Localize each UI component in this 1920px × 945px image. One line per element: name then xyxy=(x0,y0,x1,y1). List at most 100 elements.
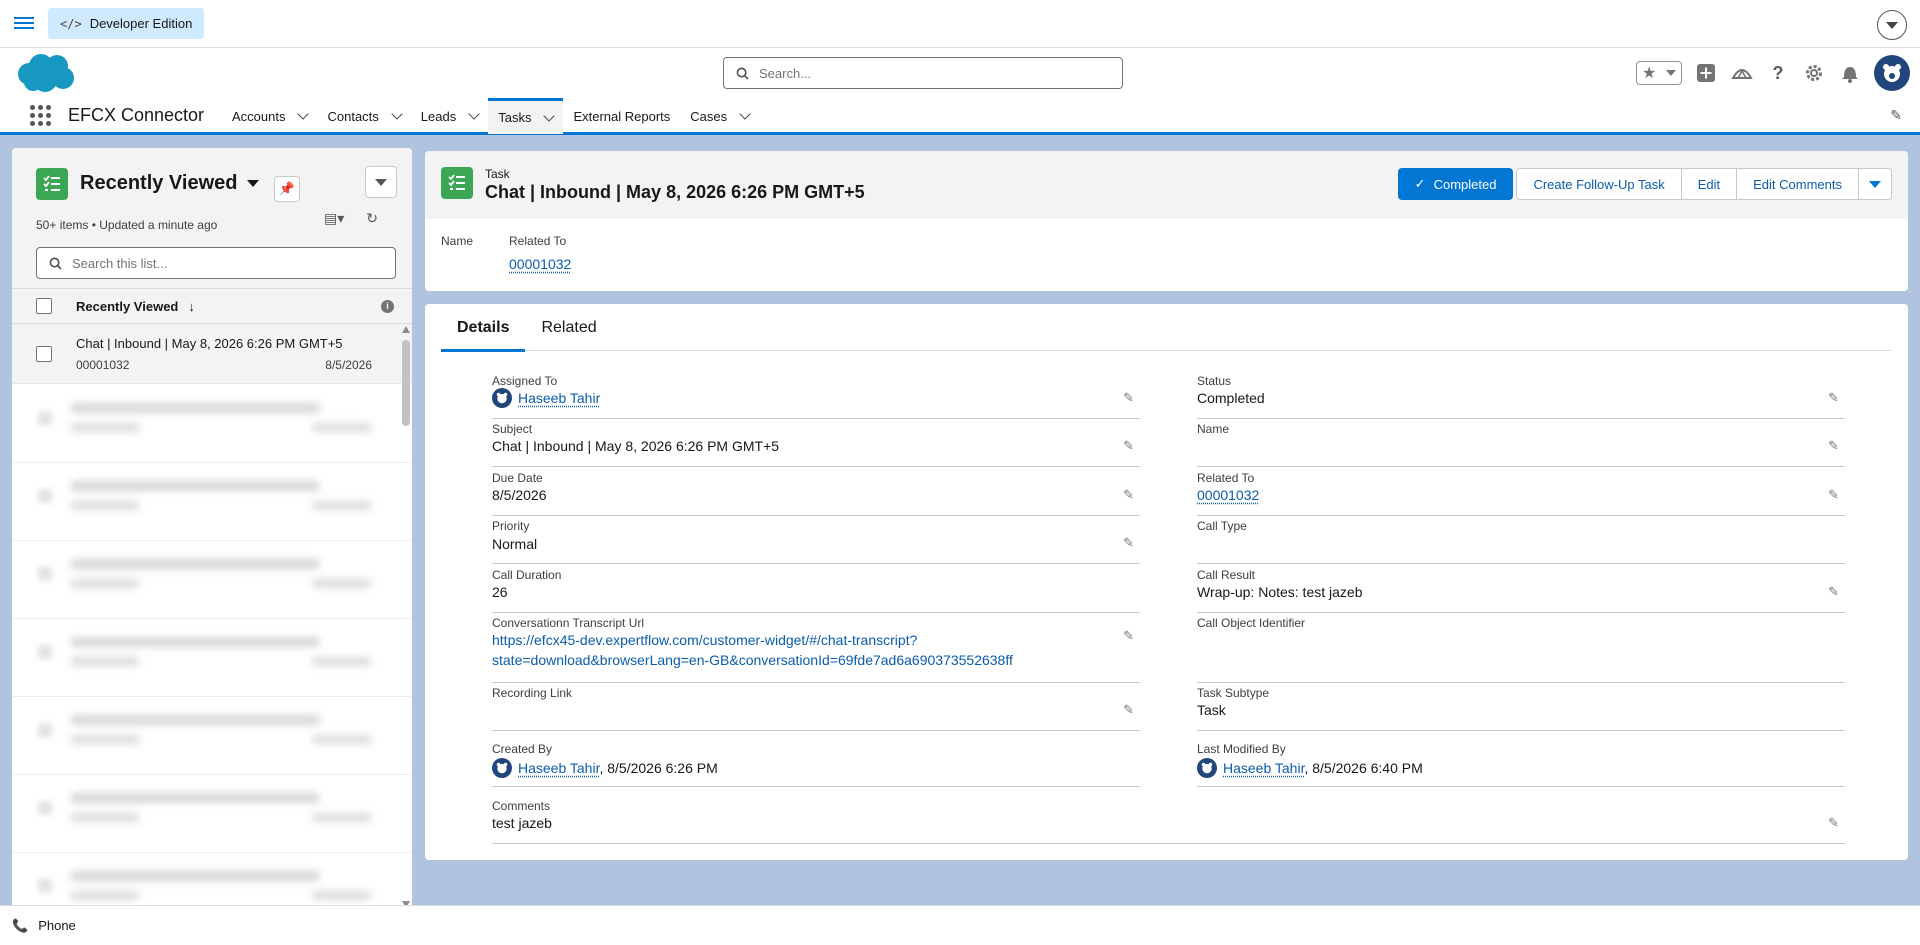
edit-pencil-icon[interactable]: ✎ xyxy=(1828,584,1839,600)
tab-related[interactable]: Related xyxy=(525,304,612,351)
list-meta: 50+ items • Updated a minute ago xyxy=(36,218,218,232)
header-highlight-fields: Name Related To 00001032 xyxy=(441,234,571,272)
transcript-url-link-line2[interactable]: state=download&browserLang=en-GB&convers… xyxy=(492,650,1013,670)
favorites-button[interactable]: ★ xyxy=(1636,61,1682,85)
list-item-title[interactable]: Chat | Inbound | May 8, 2026 6:26 PM GMT… xyxy=(76,336,343,351)
create-follow-up-task-button[interactable]: Create Follow-Up Task xyxy=(1516,168,1682,200)
utility-bar: 📞 Phone xyxy=(0,905,1920,945)
global-header: Search... ★ ? xyxy=(0,48,1920,98)
help-icon[interactable]: ? xyxy=(1766,61,1790,85)
edit-pencil-icon[interactable]: ✎ xyxy=(1828,438,1839,454)
record-tabs: Details Related xyxy=(441,304,1892,352)
edit-pencil-icon[interactable]: ✎ xyxy=(1828,487,1839,503)
phone-utility-label[interactable]: Phone xyxy=(38,918,76,933)
global-search-input[interactable]: Search... xyxy=(723,57,1123,89)
add-icon[interactable] xyxy=(1694,61,1718,85)
select-all-checkbox[interactable] xyxy=(36,298,52,314)
header-icons: ★ ? xyxy=(1636,55,1910,91)
caret-down-icon xyxy=(1886,21,1898,29)
blurred-list-item[interactable] xyxy=(12,541,412,619)
pin-icon[interactable]: 📌 xyxy=(274,176,300,202)
nav-tab-external-reports[interactable]: External Reports xyxy=(563,98,680,134)
edit-nav-pencil-icon[interactable]: ✎ xyxy=(1890,107,1902,124)
hamburger-menu-icon[interactable] xyxy=(14,14,34,34)
user-avatar[interactable] xyxy=(1874,55,1910,91)
row-checkbox[interactable] xyxy=(36,346,52,362)
edit-pencil-icon[interactable]: ✎ xyxy=(1828,390,1839,406)
list-item[interactable]: Chat | Inbound | May 8, 2026 6:26 PM GMT… xyxy=(12,324,412,384)
edit-pencil-icon[interactable]: ✎ xyxy=(1123,535,1134,551)
nav-tab-accounts[interactable]: Accounts xyxy=(222,98,317,134)
blurred-list-item[interactable] xyxy=(12,775,412,853)
field-subject: Subject Chat | Inbound | May 8, 2026 6:2… xyxy=(492,422,1140,467)
list-scrollbar[interactable] xyxy=(402,326,410,908)
task-object-icon xyxy=(36,168,68,200)
chevron-down-icon[interactable] xyxy=(543,109,556,122)
nav-tab-cases[interactable]: Cases xyxy=(680,98,759,134)
field-due-date: Due Date 8/5/2026 ✎ xyxy=(492,471,1140,516)
list-view-header: Recently Viewed 📌 50+ items • Updated a … xyxy=(12,148,412,289)
related-to-link[interactable]: 00001032 xyxy=(509,256,571,272)
field-label: Call Duration xyxy=(492,568,562,582)
info-icon[interactable]: i xyxy=(381,299,394,313)
favorites-caret-icon xyxy=(1666,70,1676,76)
top-dropdown-button[interactable] xyxy=(1877,10,1907,40)
salesforce-cloud-logo[interactable] xyxy=(15,52,75,94)
edit-pencil-icon[interactable]: ✎ xyxy=(1123,487,1134,503)
nav-tab-leads[interactable]: Leads xyxy=(411,98,488,134)
blurred-list-item[interactable] xyxy=(12,463,412,541)
edit-pencil-icon[interactable]: ✎ xyxy=(1828,815,1839,831)
record-title: Chat | Inbound | May 8, 2026 6:26 PM GMT… xyxy=(485,182,865,202)
user-avatar xyxy=(492,388,512,408)
edit-button[interactable]: Edit xyxy=(1680,168,1738,200)
list-view-panel: Recently Viewed 📌 50+ items • Updated a … xyxy=(12,148,412,908)
scroll-up-arrow-icon[interactable] xyxy=(402,326,410,333)
list-view-controls-button[interactable] xyxy=(365,166,397,198)
edit-pencil-icon[interactable]: ✎ xyxy=(1123,628,1134,644)
completed-button[interactable]: ✓ Completed xyxy=(1397,168,1514,200)
bell-icon[interactable] xyxy=(1838,61,1862,85)
chevron-down-icon[interactable] xyxy=(391,108,403,120)
related-to-link[interactable]: 00001032 xyxy=(1197,487,1259,503)
chevron-down-icon[interactable] xyxy=(468,108,480,120)
field-value: 8/5/2026 xyxy=(492,487,547,503)
transcript-url-link-line1[interactable]: https://efcx45-dev.expertflow.com/custom… xyxy=(492,630,1013,650)
more-actions-button[interactable] xyxy=(1858,168,1892,200)
sort-column-recently-viewed[interactable]: Recently Viewed ↓ xyxy=(76,299,195,314)
record-actions: ✓ Completed Create Follow-Up Task Edit Ed… xyxy=(1397,168,1892,200)
edit-pencil-icon[interactable]: ✎ xyxy=(1123,390,1134,406)
caret-down-icon[interactable] xyxy=(247,180,260,187)
field-last-modified-by: Last Modified By Haseeb Tahir, 8/5/2026 … xyxy=(1197,742,1845,787)
assigned-to-link[interactable]: Haseeb Tahir xyxy=(518,390,600,406)
field-transcript-url: Conversationn Transcript Url https://efc… xyxy=(492,616,1140,683)
trailhead-icon[interactable] xyxy=(1730,61,1754,85)
display-as-icon[interactable]: ▤▾ xyxy=(324,210,344,227)
created-by-link[interactable]: Haseeb Tahir xyxy=(518,760,599,776)
blurred-list-item[interactable] xyxy=(12,697,412,775)
edit-comments-button[interactable]: Edit Comments xyxy=(1736,168,1859,200)
nav-tab-label: Accounts xyxy=(232,108,286,124)
blurred-list-item[interactable] xyxy=(12,385,412,463)
scrollbar-thumb[interactable] xyxy=(402,340,410,426)
list-view-title[interactable]: Recently Viewed xyxy=(80,172,260,195)
blurred-list-item[interactable] xyxy=(12,853,412,908)
last-modified-by-link[interactable]: Haseeb Tahir xyxy=(1223,760,1304,776)
nav-tab-tasks[interactable]: Tasks xyxy=(488,98,564,134)
field-label: Call Result xyxy=(1197,568,1256,582)
phone-icon[interactable]: 📞 xyxy=(12,918,28,934)
chevron-down-icon[interactable] xyxy=(739,108,751,120)
app-launcher-icon[interactable] xyxy=(30,105,51,126)
list-search-input[interactable]: Search this list... xyxy=(36,247,396,279)
field-comments: Comments test jazeb ✎ xyxy=(492,799,1845,844)
edit-pencil-icon[interactable]: ✎ xyxy=(1123,438,1134,454)
developer-edition-badge[interactable]: </> Developer Edition xyxy=(48,8,205,39)
nav-tab-contacts[interactable]: Contacts xyxy=(317,98,410,134)
column-header-label: Recently Viewed xyxy=(76,298,179,314)
refresh-icon[interactable]: ↻ xyxy=(366,210,378,227)
blurred-list-item[interactable] xyxy=(12,619,412,697)
field-call-object-identifier: Call Object Identifier xyxy=(1197,616,1845,683)
setup-gear-icon[interactable] xyxy=(1802,61,1826,85)
chevron-down-icon[interactable] xyxy=(297,108,310,120)
tab-details[interactable]: Details xyxy=(441,304,526,352)
edit-pencil-icon[interactable]: ✎ xyxy=(1123,702,1134,718)
